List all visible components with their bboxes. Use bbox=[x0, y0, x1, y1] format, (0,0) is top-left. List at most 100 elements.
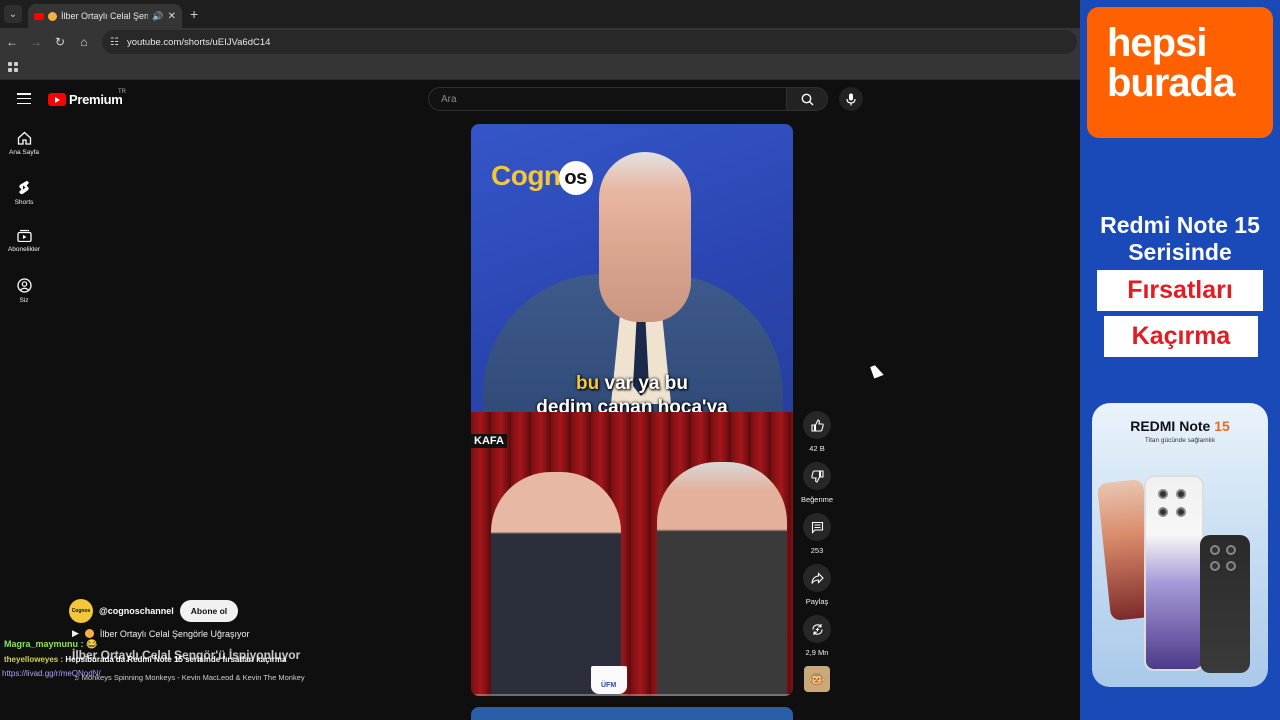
guide-label-home: Ana Sayfa bbox=[9, 149, 39, 156]
voice-search-button[interactable] bbox=[839, 87, 863, 111]
speaker-icon[interactable]: 🔊 bbox=[152, 11, 163, 22]
like-count: 42 B bbox=[809, 444, 825, 453]
new-tab-button[interactable]: + bbox=[190, 6, 198, 22]
masthead: Premium TR Ara bbox=[0, 81, 1080, 117]
remix-button[interactable] bbox=[803, 615, 831, 643]
tab-search-button[interactable]: ⌄ bbox=[4, 5, 22, 23]
channel-avatar[interactable]: Cognos bbox=[69, 599, 93, 623]
home-icon[interactable]: ⌂ bbox=[72, 35, 96, 49]
comments-button[interactable] bbox=[803, 513, 831, 541]
emoji-icon bbox=[48, 11, 57, 21]
remix-action: 2,9 Mn bbox=[797, 615, 837, 657]
youtube-favicon-icon bbox=[34, 12, 44, 20]
logo-text: Premium bbox=[69, 92, 123, 107]
guide-item-subscriptions[interactable]: Abonelikler bbox=[0, 223, 48, 272]
close-icon[interactable]: ✕ bbox=[168, 11, 176, 22]
share-action: Paylaş bbox=[797, 564, 837, 606]
like-button[interactable] bbox=[803, 411, 831, 439]
speaker-head bbox=[599, 152, 691, 322]
guide-label-you: Siz bbox=[19, 297, 29, 304]
music-credit: ♫ Monkeys Spinning Monkeys - Kevin MacLe… bbox=[74, 673, 305, 682]
search-button[interactable] bbox=[786, 87, 828, 111]
shorts-actions: 42 B Beğenme 253 Paylaş 2,9 Mn 🐵 bbox=[797, 411, 837, 692]
search-input[interactable]: Ara bbox=[428, 87, 786, 111]
browser-toolbar: ← → ↻ ⌂ ☷ youtube.com/shorts/uEIJVa6dC14 bbox=[0, 28, 1080, 56]
camera-icon bbox=[1176, 507, 1186, 517]
mini-guide: Ana Sayfa Shorts Abonelikler Siz bbox=[0, 125, 48, 321]
camera-icon bbox=[1226, 561, 1236, 571]
guide-item-home[interactable]: Ana Sayfa bbox=[0, 125, 48, 174]
dislike-button[interactable] bbox=[803, 462, 831, 490]
camera-icon bbox=[1210, 545, 1220, 555]
browser-tab-bar: ⌄ İlber Ortaylı Celal Şeng 🔊 ✕ + bbox=[0, 0, 1080, 28]
dislike-action: Beğenme bbox=[797, 462, 837, 504]
menu-icon[interactable] bbox=[17, 93, 31, 104]
coffee-cup bbox=[591, 666, 627, 694]
ad-box-kacirma: Kaçırma bbox=[1104, 316, 1258, 357]
address-bar[interactable]: ☷ youtube.com/shorts/uEIJVa6dC14 bbox=[102, 30, 1077, 54]
video-progress-bar[interactable] bbox=[471, 694, 793, 696]
comment-count: 253 bbox=[810, 546, 824, 555]
youtube-logo[interactable]: Premium TR bbox=[48, 89, 126, 107]
screen: ⌄ İlber Ortaylı Celal Şeng 🔊 ✕ + ← → ↻ ⌂… bbox=[0, 0, 1280, 720]
camera-icon bbox=[1176, 489, 1186, 499]
video-frame-top: Cogn os bu var ya bu dedim canan hoca'ya bbox=[471, 124, 793, 424]
channel-row: Cognos @cognoschannel Abone ol bbox=[69, 599, 239, 623]
monkey-icon: 🐵 bbox=[808, 670, 826, 687]
shorts-icon bbox=[19, 180, 29, 195]
comment-icon bbox=[811, 521, 823, 534]
cognos-watermark: Cogn os bbox=[491, 160, 593, 195]
hepsiburada-ad[interactable]: hepsi burada Redmi Note 15 Serisinde Fır… bbox=[1080, 0, 1280, 720]
redmi-product-card: REDMI Note 15 Titan gücünde sağlamlık bbox=[1092, 403, 1268, 687]
camera-icon bbox=[1158, 489, 1168, 499]
chat-message: theyelloweyes : Hepsiburada'da Redmi Not… bbox=[4, 655, 287, 664]
thumbs-down-icon bbox=[810, 469, 824, 483]
logo-region: TR bbox=[118, 89, 126, 95]
guide-label-subscriptions: Abonelikler bbox=[7, 246, 41, 253]
youtube-page: Premium TR Ara Ana Sayfa Shorts Abonelik… bbox=[0, 81, 1080, 720]
like-action: 42 B bbox=[797, 411, 837, 453]
home-icon bbox=[17, 131, 31, 145]
phone-image bbox=[1144, 475, 1204, 671]
hepsiburada-logo: hepsi burada bbox=[1087, 7, 1273, 138]
url-text: youtube.com/shorts/uEIJVa6dC14 bbox=[126, 36, 271, 48]
youtube-play-icon bbox=[48, 93, 66, 106]
video-frame-bottom: KAFA ÜFM bbox=[471, 412, 793, 696]
shorts-video-player[interactable]: Cogn os bu var ya bu dedim canan hoca'ya … bbox=[471, 124, 793, 696]
apps-grid-icon[interactable] bbox=[8, 62, 18, 72]
comments-action: 253 bbox=[797, 513, 837, 555]
sound-thumbnail[interactable]: 🐵 bbox=[804, 666, 830, 692]
remix-count: 2,9 Mn bbox=[805, 648, 829, 657]
you-icon bbox=[16, 278, 32, 293]
remix-icon bbox=[811, 623, 823, 635]
forward-arrow-icon[interactable]: → bbox=[24, 35, 48, 49]
mouse-cursor bbox=[870, 363, 884, 379]
show-tag: KAFA bbox=[471, 434, 507, 448]
camera-icon bbox=[1210, 561, 1220, 571]
microphone-icon bbox=[846, 93, 856, 105]
browser-tab-active[interactable]: İlber Ortaylı Celal Şeng 🔊 ✕ bbox=[28, 4, 182, 28]
guide-item-shorts[interactable]: Shorts bbox=[0, 174, 48, 223]
site-info-icon[interactable]: ☷ bbox=[110, 37, 119, 48]
search-icon bbox=[801, 93, 813, 105]
phone-image bbox=[1200, 535, 1250, 673]
next-short-preview[interactable] bbox=[471, 707, 793, 720]
guest-left bbox=[491, 472, 621, 696]
cup-label: ÜFM bbox=[601, 682, 617, 689]
ad-box-firsatlari: Fırsatları bbox=[1097, 270, 1263, 311]
guide-label-shorts: Shorts bbox=[14, 199, 34, 206]
dislike-label: Beğenme bbox=[800, 495, 834, 504]
back-arrow-icon[interactable]: ← bbox=[0, 35, 24, 49]
guide-item-you[interactable]: Siz bbox=[0, 272, 48, 321]
share-button[interactable] bbox=[803, 564, 831, 592]
share-label: Paylaş bbox=[805, 597, 829, 606]
subscribe-button[interactable]: Abone ol bbox=[179, 600, 239, 622]
share-icon bbox=[810, 571, 824, 584]
camera-icon bbox=[1226, 545, 1236, 555]
ad-headline: Redmi Note 15 Serisinde bbox=[1100, 212, 1260, 265]
reload-icon[interactable]: ↻ bbox=[48, 35, 72, 49]
channel-name[interactable]: @cognoschannel bbox=[99, 606, 174, 616]
tab-title: İlber Ortaylı Celal Şeng bbox=[61, 11, 149, 21]
camera-icon bbox=[1158, 507, 1168, 517]
redmi-title: REDMI Note 15 bbox=[1130, 418, 1230, 434]
